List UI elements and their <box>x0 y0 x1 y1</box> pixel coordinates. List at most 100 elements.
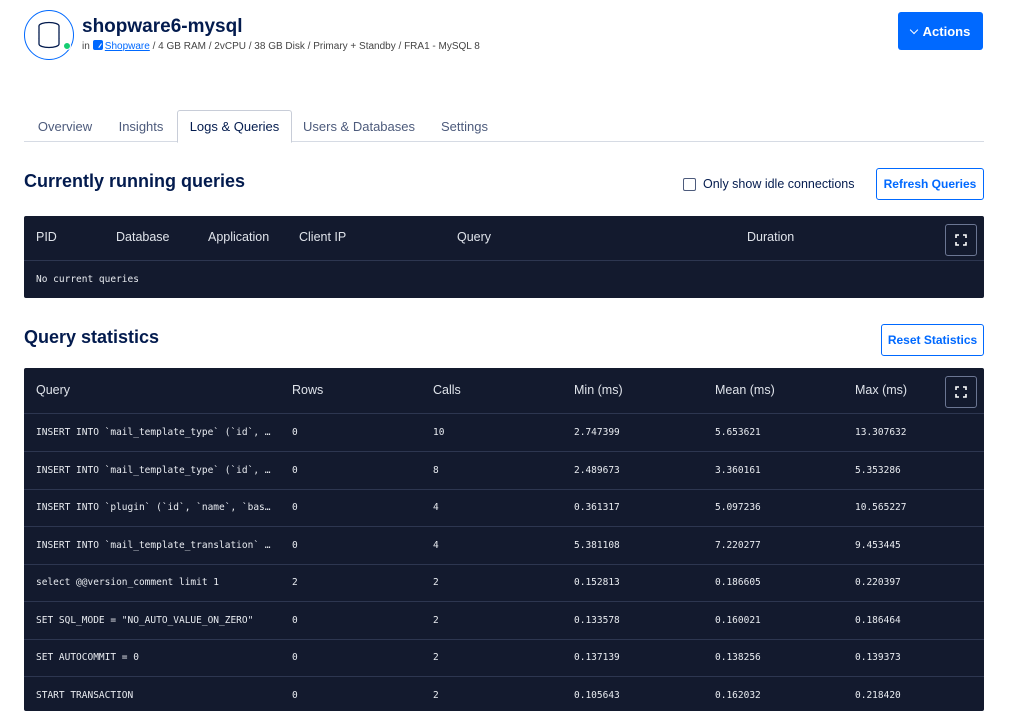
idle-connections-filter[interactable]: Only show idle connections <box>683 177 854 191</box>
query-cell: select @@version_comment limit 1 <box>36 577 220 588</box>
database-header: shopware6-mysql in Shopware / 4 GB RAM / … <box>24 10 984 62</box>
actions-label: Actions <box>922 23 971 39</box>
calls-cell: 4 <box>433 502 439 513</box>
in-label: in <box>82 41 90 52</box>
calls-cell: 2 <box>433 615 439 626</box>
mean-cell: 3.360161 <box>715 465 761 476</box>
query-cell: SET SQL_MODE = "NO_AUTO_VALUE_ON_ZERO" <box>36 615 254 626</box>
project-icon <box>92 40 103 50</box>
chevron-down-icon <box>909 25 918 34</box>
calls-cell: 2 <box>433 652 439 663</box>
rows-cell: 0 <box>292 540 298 551</box>
tab-logs-queries[interactable]: Logs & Queries <box>177 110 292 143</box>
max-cell: 13.307632 <box>855 427 907 438</box>
mean-cell: 5.097236 <box>715 502 761 513</box>
database-subtitle: in Shopware / 4 GB RAM / 2vCPU / 38 GB Di… <box>82 40 480 52</box>
max-cell: 5.353286 <box>855 465 901 476</box>
calls-cell: 2 <box>433 577 439 588</box>
min-cell: 5.381108 <box>574 540 620 551</box>
status-online-icon <box>63 42 71 50</box>
table-row[interactable]: SET SQL_MODE = "NO_AUTO_VALUE_ON_ZERO" 0… <box>24 602 984 640</box>
column-header-max: Max (ms) <box>855 383 908 397</box>
fullscreen-icon <box>955 234 967 246</box>
column-header-duration: Duration <box>747 230 795 244</box>
mean-cell: 0.138256 <box>715 652 761 663</box>
running-queries-table: PID Database Application Client IP Query… <box>24 216 984 298</box>
query-cell: INSERT INTO `mail_template_type` (`id`, … <box>36 427 271 438</box>
page-title: shopware6-mysql <box>82 16 243 37</box>
running-queries-title: Currently running queries <box>24 171 246 191</box>
mean-cell: 0.186605 <box>715 577 761 588</box>
column-header-rows: Rows <box>292 383 324 397</box>
min-cell: 0.105643 <box>574 690 620 701</box>
calls-cell: 4 <box>433 540 439 551</box>
query-cell: SET AUTOCOMMIT = 0 <box>36 652 139 663</box>
max-cell: 10.565227 <box>855 502 907 513</box>
database-specs: / 4 GB RAM / 2vCPU / 38 GB Disk / Primar… <box>152 41 480 52</box>
rows-cell: 0 <box>292 465 298 476</box>
table-row[interactable]: INSERT INTO `mail_template_translation` … <box>24 527 984 565</box>
query-cell: INSERT INTO `mail_template_type` (`id`, … <box>36 465 271 476</box>
expand-query-statistics-button[interactable] <box>945 376 977 408</box>
column-header-pid: PID <box>36 230 57 244</box>
max-cell: 0.139373 <box>855 652 901 663</box>
tab-settings[interactable]: Settings <box>434 110 495 142</box>
tab-insights[interactable]: Insights <box>112 110 170 142</box>
tab-overview[interactable]: Overview <box>24 110 106 142</box>
rows-cell: 0 <box>292 502 298 513</box>
column-header-mean: Mean (ms) <box>715 383 775 397</box>
empty-queries-message: No current queries <box>36 274 139 285</box>
min-cell: 0.361317 <box>574 502 620 513</box>
column-header-query: Query <box>457 230 492 244</box>
table-row[interactable]: select @@version_comment limit 1 2 2 0.1… <box>24 564 984 602</box>
mean-cell: 5.653621 <box>715 427 761 438</box>
mean-cell: 0.162032 <box>715 690 761 701</box>
table-row[interactable]: INSERT INTO `mail_template_type` (`id`, … <box>24 452 984 490</box>
calls-cell: 10 <box>433 427 445 438</box>
query-cell: START TRANSACTION <box>36 690 134 701</box>
expand-running-queries-button[interactable] <box>945 224 977 256</box>
min-cell: 0.152813 <box>574 577 620 588</box>
column-header-database: Database <box>116 230 170 244</box>
calls-cell: 2 <box>433 690 439 701</box>
min-cell: 0.133578 <box>574 615 620 626</box>
rows-cell: 0 <box>292 427 298 438</box>
rows-cell: 2 <box>292 577 298 588</box>
idle-connections-checkbox[interactable] <box>683 177 696 191</box>
rows-cell: 0 <box>292 690 298 701</box>
mean-cell: 7.220277 <box>715 540 761 551</box>
database-icon <box>24 10 74 60</box>
column-header-min: Min (ms) <box>574 383 623 397</box>
max-cell: 9.453445 <box>855 540 901 551</box>
rows-cell: 0 <box>292 652 298 663</box>
reset-statistics-button[interactable]: Reset Statistics <box>881 324 984 356</box>
min-cell: 2.489673 <box>574 465 620 476</box>
actions-button[interactable]: Actions <box>898 12 983 50</box>
column-header-application: Application <box>208 230 270 244</box>
column-header-calls: Calls <box>433 383 461 397</box>
fullscreen-icon <box>955 386 967 398</box>
min-cell: 2.747399 <box>574 427 620 438</box>
query-cell: INSERT INTO `mail_template_translation` … <box>36 540 271 551</box>
rows-cell: 0 <box>292 615 298 626</box>
column-header-client-ip: Client IP <box>299 230 347 244</box>
table-row[interactable]: INSERT INTO `mail_template_type` (`id`, … <box>24 414 984 452</box>
table-row[interactable]: INSERT INTO `plugin` (`id`, `name`, `bas… <box>24 489 984 527</box>
max-cell: 0.186464 <box>855 615 901 626</box>
header-divider <box>24 260 984 261</box>
max-cell: 0.220397 <box>855 577 901 588</box>
tab-users-databases[interactable]: Users & Databases <box>300 110 418 142</box>
mean-cell: 0.160021 <box>715 615 761 626</box>
table-row[interactable]: START TRANSACTION 0 2 0.105643 0.162032 … <box>24 677 984 711</box>
max-cell: 0.218420 <box>855 690 901 701</box>
query-cell: INSERT INTO `plugin` (`id`, `name`, `bas… <box>36 502 271 513</box>
idle-connections-label: Only show idle connections <box>703 177 855 191</box>
project-link[interactable]: Shopware <box>105 41 150 52</box>
min-cell: 0.137139 <box>574 652 620 663</box>
table-row[interactable]: SET AUTOCOMMIT = 0 0 2 0.137139 0.138256… <box>24 639 984 677</box>
calls-cell: 8 <box>433 465 439 476</box>
refresh-queries-button[interactable]: Refresh Queries <box>876 168 984 200</box>
query-statistics-title: Query statistics <box>24 327 160 347</box>
column-header-query: Query <box>36 383 71 397</box>
tab-bar: Overview Insights Logs & Queries Users &… <box>24 110 984 143</box>
